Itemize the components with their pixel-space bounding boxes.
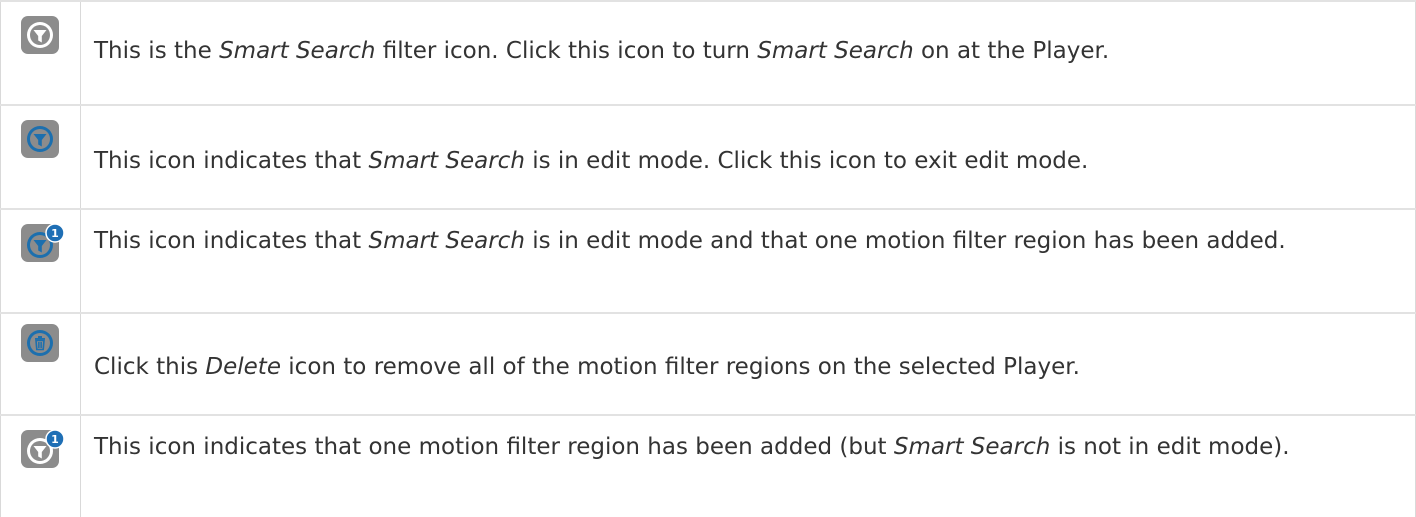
row-description: Click this Delete icon to remove all of …: [94, 350, 1399, 384]
table-row: 1 This icon indicates that one motion fi…: [0, 414, 1416, 517]
smart-search-edit-mode-one-region-icon: 1: [21, 224, 65, 262]
smart-search-one-region-icon: 1: [21, 430, 65, 468]
smart-search-term: Smart Search: [368, 148, 525, 174]
region-count-badge: 1: [51, 433, 59, 446]
delete-term: Delete: [205, 354, 281, 380]
description-text: is in edit mode and that one motion filt…: [524, 228, 1286, 254]
description-text: filter icon. Click this icon to turn: [375, 38, 758, 64]
description-text: is not in edit mode).: [1050, 434, 1290, 460]
row-description: This is the Smart Search filter icon. Cl…: [94, 34, 1399, 68]
description-text: icon to remove all of the motion filter …: [280, 354, 1080, 380]
table-row: Click this Delete icon to remove all of …: [0, 312, 1416, 414]
delete-trash-icon: [21, 324, 59, 362]
table-row: This is the Smart Search filter icon. Cl…: [0, 0, 1416, 104]
description-text: Click this: [94, 354, 206, 380]
smart-search-term: Smart Search: [893, 434, 1051, 460]
description-text: This icon indicates that: [94, 228, 369, 254]
icon-description-table: This is the Smart Search filter icon. Cl…: [0, 0, 1416, 517]
smart-search-edit-mode-icon: [21, 120, 59, 158]
smart-search-term: Smart Search: [219, 38, 376, 64]
smart-search-filter-icon: [21, 16, 59, 54]
description-text: This icon indicates that one motion filt…: [94, 434, 894, 460]
region-count-badge: 1: [51, 227, 59, 240]
description-text: This is the: [94, 38, 220, 64]
smart-search-term: Smart Search: [368, 228, 525, 254]
description-text: on at the Player.: [913, 38, 1110, 64]
table-row: This icon indicates that Smart Search is…: [0, 104, 1416, 208]
row-description: This icon indicates that one motion filt…: [94, 430, 1399, 464]
smart-search-term: Smart Search: [757, 38, 914, 64]
table-row: 1 This icon indicates that Smart Search …: [0, 208, 1416, 312]
description-text: This icon indicates that: [94, 148, 369, 174]
description-text: is in edit mode. Click this icon to exit…: [524, 148, 1089, 174]
row-description: This icon indicates that Smart Search is…: [94, 144, 1399, 178]
row-description: This icon indicates that Smart Search is…: [94, 224, 1399, 258]
